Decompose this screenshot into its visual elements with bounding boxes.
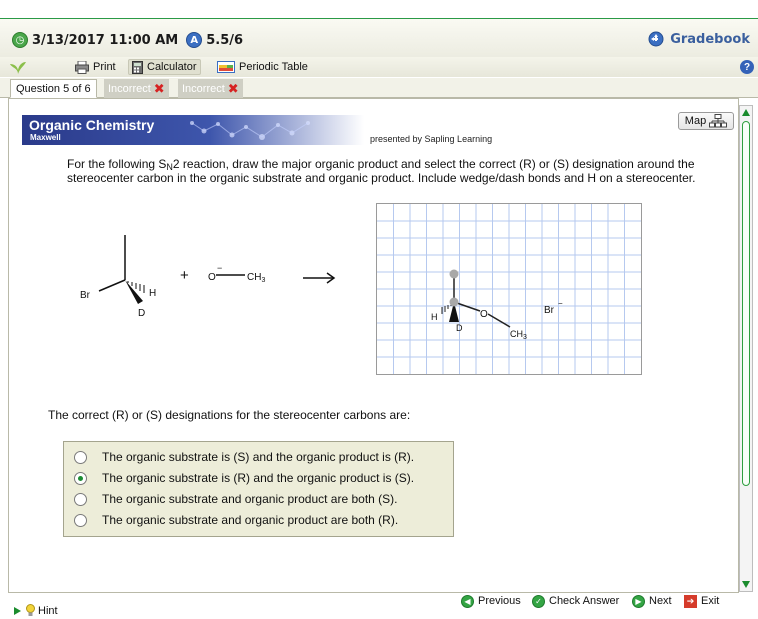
tab-attempt-2-label: Incorrect: [182, 82, 225, 95]
radio-button[interactable]: [74, 513, 87, 527]
exit-button[interactable]: ➔ Exit: [684, 592, 719, 610]
scroll-down-arrow-icon[interactable]: [742, 581, 750, 588]
radio-button-selected[interactable]: [74, 471, 87, 485]
substrate-br-label: Br: [80, 290, 91, 301]
calculator-icon: [132, 60, 143, 74]
drawing-canvas[interactable]: H D O CH3 Br −: [376, 203, 642, 375]
drawn-d-label: D: [456, 323, 463, 333]
leaf-logo-icon: [10, 62, 26, 74]
choice-option-3[interactable]: The organic substrate and organic produc…: [74, 490, 398, 508]
substrate-d-label: D: [138, 308, 145, 319]
tab-question-label: Question 5 of 6: [16, 82, 91, 95]
nucleophile-charge: −: [217, 263, 222, 273]
question-text: For the following SN2 reaction, draw the…: [67, 158, 707, 185]
periodic-table-label: Periodic Table: [239, 61, 308, 73]
plus-sign: +: [180, 267, 189, 284]
exit-door-icon: ➔: [684, 594, 697, 608]
clock-icon: ◷: [12, 32, 28, 48]
nucleophile-ch3-label: CH3: [247, 272, 265, 284]
course-author: Maxwell: [30, 133, 61, 142]
tab-attempt-2[interactable]: Incorrect ✖: [178, 79, 243, 98]
previous-button[interactable]: ◀ Previous: [461, 592, 521, 610]
next-label: Next: [649, 595, 672, 607]
toolbar: Print Calculator Periodic Table: [0, 57, 758, 77]
incorrect-x-icon: ✖: [153, 80, 165, 96]
choice-option-4[interactable]: The organic substrate and organic produc…: [74, 511, 398, 529]
drawn-br-charge: −: [558, 299, 563, 308]
hint-button[interactable]: Hint: [14, 604, 58, 617]
incorrect-x-icon: ✖: [227, 80, 239, 96]
tab-question-5[interactable]: Question 5 of 6: [10, 79, 97, 98]
choice-option-1[interactable]: The organic substrate is (S) and the org…: [74, 448, 414, 466]
scroll-up-arrow-icon[interactable]: [742, 109, 750, 116]
answer-choices: The organic substrate is (S) and the org…: [63, 441, 454, 537]
question-tabs: Question 5 of 6 Incorrect ✖ Incorrect ✖: [0, 78, 758, 98]
header-status: ◷ 3/13/2017 11:00 AM A 5.5/6: [12, 32, 243, 48]
calculator-button[interactable]: Calculator: [128, 59, 201, 75]
exit-label: Exit: [701, 595, 720, 607]
drawn-ch3-label: CH3: [510, 329, 527, 341]
help-button[interactable]: ?: [740, 60, 754, 74]
gradebook-link[interactable]: Gradebook: [648, 31, 750, 47]
printer-icon: [75, 60, 89, 74]
scroll-thumb[interactable]: [742, 121, 750, 486]
presented-by: presented by Sapling Learning: [370, 134, 493, 144]
question-subscript: N: [166, 162, 173, 172]
check-answer-button[interactable]: ✓ Check Answer: [532, 592, 619, 610]
next-button[interactable]: ▶ Next: [632, 592, 672, 610]
expand-arrow-icon: [14, 606, 21, 615]
checkmark-icon: ✓: [532, 594, 545, 608]
previous-label: Previous: [478, 595, 521, 607]
previous-arrow-icon: ◀: [461, 594, 474, 608]
tab-attempt-1[interactable]: Incorrect ✖: [104, 79, 169, 98]
choice-label: The organic substrate is (R) and the org…: [102, 471, 415, 485]
grade-icon: A: [186, 32, 203, 48]
hint-label: Hint: [38, 604, 58, 617]
vertical-scrollbar[interactable]: [739, 105, 753, 592]
sapling-question-window: ◷ 3/13/2017 11:00 AM A 5.5/6 Gradebook P…: [0, 0, 758, 619]
nucleophile-o-label: O: [208, 272, 216, 283]
substrate-h-label: H: [149, 288, 156, 299]
choice-label: The organic substrate and organic produc…: [102, 513, 399, 527]
map-label: Map: [684, 115, 707, 127]
due-datetime: 3/13/2017 11:00 AM: [32, 32, 179, 48]
drawn-br-label: Br: [544, 305, 555, 316]
choice-label: The organic substrate and organic produc…: [102, 492, 398, 506]
gradebook-label: Gradebook: [670, 31, 750, 47]
drawn-h-label: H: [431, 312, 438, 322]
check-answer-label: Check Answer: [549, 595, 620, 607]
periodic-table-button[interactable]: Periodic Table: [214, 59, 311, 75]
course-title: Organic Chemistry: [29, 117, 155, 133]
next-arrow-icon: ▶: [632, 594, 645, 608]
drawing-grid[interactable]: H D O CH3 Br −: [377, 204, 641, 374]
drawn-o-label: O: [480, 309, 488, 320]
choice-label: The organic substrate is (S) and the org…: [102, 450, 415, 464]
score-value: 5.5/6: [206, 32, 244, 48]
reaction-scheme: Br H D + O − CH3: [80, 235, 336, 319]
print-label: Print: [93, 61, 116, 73]
gradebook-icon: [648, 31, 664, 47]
map-tree-icon: [709, 114, 728, 128]
calculator-label: Calculator: [147, 61, 197, 73]
radio-button[interactable]: [74, 450, 87, 464]
lightbulb-icon: [26, 604, 35, 616]
print-button[interactable]: Print: [72, 59, 119, 75]
choice-option-2[interactable]: The organic substrate is (R) and the org…: [74, 469, 414, 487]
question-text-start: For the following S: [67, 157, 167, 171]
radio-button[interactable]: [74, 492, 87, 506]
tab-attempt-1-label: Incorrect: [108, 82, 151, 95]
periodic-table-icon: [217, 61, 235, 73]
map-button[interactable]: Map: [678, 112, 734, 130]
rs-prompt: The correct (R) or (S) designations for …: [48, 408, 411, 422]
